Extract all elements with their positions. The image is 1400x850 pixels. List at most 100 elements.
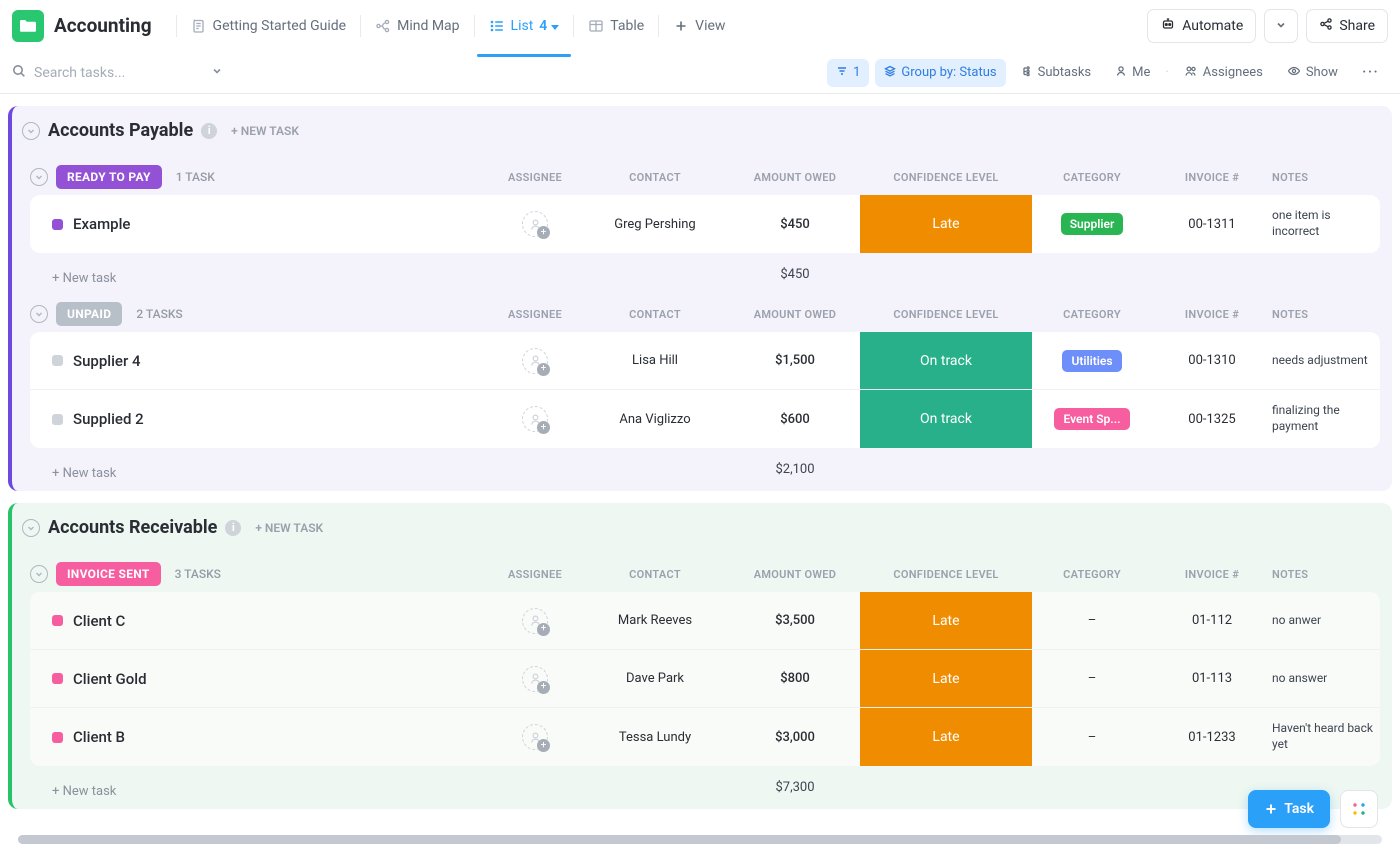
amount-cell: $1,500 [730, 353, 860, 368]
group-total: $450 [730, 267, 860, 282]
confidence-tag[interactable]: On track [860, 332, 1032, 389]
view-label: Table [610, 18, 644, 34]
confidence-tag[interactable]: Late [860, 650, 1032, 707]
share-label: Share [1339, 18, 1375, 34]
add-assignee[interactable]: + [522, 666, 548, 692]
task-row[interactable]: Client B + Tessa Lundy $3,000 Late – 01-… [30, 708, 1380, 766]
new-task-in-group[interactable]: + New task [30, 458, 116, 481]
view-mind-map[interactable]: Mind Map [363, 10, 471, 42]
add-assignee[interactable]: + [522, 211, 548, 237]
me-chip[interactable]: Me [1106, 59, 1159, 87]
new-task-link[interactable]: + NEW TASK [255, 521, 323, 535]
groupby-label: Group by: Status [901, 65, 996, 80]
eye-icon [1287, 65, 1301, 81]
invoice-cell: 01-113 [1152, 671, 1272, 686]
view-label: Mind Map [397, 18, 459, 34]
task-row[interactable]: Example + Greg Pershing $450 Late Suppli… [30, 195, 1380, 253]
person-icon [1115, 65, 1127, 81]
task-row[interactable]: Client C + Mark Reeves $3,500 Late – 01-… [30, 592, 1380, 650]
section-title: Accounts Payable [48, 120, 193, 141]
people-icon [1184, 65, 1198, 81]
notes-cell: finalizing the payment [1272, 403, 1380, 434]
new-task-fab[interactable]: Task [1248, 790, 1330, 828]
automate-caret[interactable] [1264, 9, 1298, 43]
status-square[interactable] [52, 414, 63, 425]
category-tag[interactable]: Supplier [1061, 213, 1124, 235]
status-square[interactable] [52, 355, 63, 366]
collapse-group[interactable] [30, 565, 48, 583]
confidence-tag[interactable]: Late [860, 708, 1032, 766]
table-icon [588, 18, 604, 34]
new-task-in-group[interactable]: + New task [30, 263, 116, 286]
collapse-section[interactable] [22, 122, 40, 140]
filter-chip[interactable]: 1 [827, 59, 869, 87]
notes-cell: no answer [1272, 671, 1380, 687]
add-assignee[interactable]: + [522, 406, 548, 432]
subtasks-chip[interactable]: Subtasks [1012, 59, 1101, 87]
apps-fab[interactable] [1340, 790, 1378, 828]
add-assignee[interactable]: + [522, 348, 548, 374]
more-menu[interactable]: ··· [1353, 59, 1388, 87]
info-icon[interactable]: i [201, 123, 217, 139]
horizontal-scrollbar[interactable] [18, 835, 1382, 844]
view-label: List [511, 18, 534, 34]
groupby-chip[interactable]: Group by: Status [875, 59, 1005, 87]
status-square[interactable] [52, 615, 63, 626]
confidence-tag[interactable]: Late [860, 195, 1032, 253]
search-input[interactable] [34, 65, 204, 81]
status-pill[interactable]: UNPAID [56, 302, 122, 326]
amount-cell: $450 [730, 217, 860, 232]
collapse-section[interactable] [22, 519, 40, 537]
task-name: Client B [73, 728, 125, 746]
task-table: Example + Greg Pershing $450 Late Suppli… [30, 195, 1380, 253]
contact-cell: Mark Reeves [580, 613, 730, 628]
task-table: Client C + Mark Reeves $3,500 Late – 01-… [30, 592, 1380, 766]
show-chip[interactable]: Show [1278, 59, 1347, 87]
task-row[interactable]: Supplied 2 + Ana Viglizzo $600 On track … [30, 390, 1380, 448]
status-square[interactable] [52, 219, 63, 230]
view-list[interactable]: List 4 [477, 10, 572, 42]
list-section: Accounts Receivable i + NEW TASK INVOICE… [8, 503, 1392, 809]
status-pill[interactable]: READY TO PAY [56, 165, 162, 189]
task-name: Client C [73, 612, 125, 630]
chevron-down-icon[interactable] [212, 65, 222, 80]
add-assignee[interactable]: + [522, 608, 548, 634]
confidence-tag[interactable]: Late [860, 592, 1032, 649]
view-getting-started[interactable]: Getting Started Guide [179, 10, 359, 42]
folder-icon[interactable] [12, 10, 44, 42]
group-total: $7,300 [730, 780, 860, 795]
status-square[interactable] [52, 732, 63, 743]
plus-icon [673, 18, 689, 34]
amount-cell: $3,000 [730, 730, 860, 745]
plus-icon [1264, 802, 1278, 816]
collapse-group[interactable] [30, 168, 48, 186]
info-icon[interactable]: i [225, 520, 241, 536]
new-task-in-group[interactable]: + New task [30, 776, 116, 799]
add-view[interactable]: View [661, 10, 737, 42]
show-label: Show [1306, 65, 1338, 80]
automate-button[interactable]: Automate [1147, 9, 1256, 43]
task-row[interactable]: Supplier 4 + Lisa Hill $1,500 On track U… [30, 332, 1380, 390]
list-icon [489, 18, 505, 34]
status-pill[interactable]: INVOICE SENT [56, 562, 161, 586]
assignees-label: Assignees [1203, 65, 1263, 80]
group-total: $2,100 [730, 462, 860, 477]
add-assignee[interactable]: + [522, 724, 548, 750]
collapse-group[interactable] [30, 305, 48, 323]
assignees-chip[interactable]: Assignees [1175, 59, 1272, 87]
view-table[interactable]: Table [576, 10, 656, 42]
category-tag[interactable]: Event Sp... [1054, 408, 1129, 430]
notes-cell: no anwer [1272, 613, 1380, 629]
task-name: Client Gold [73, 670, 147, 688]
category-empty: – [1088, 613, 1097, 628]
new-task-link[interactable]: + NEW TASK [231, 124, 299, 138]
task-name: Supplier 4 [73, 352, 141, 370]
section-title: Accounts Receivable [48, 517, 217, 538]
task-row[interactable]: Client Gold + Dave Park $800 Late – 01-1… [30, 650, 1380, 708]
status-square[interactable] [52, 673, 63, 684]
filter-icon [836, 65, 848, 81]
category-tag[interactable]: Utilities [1062, 350, 1121, 372]
share-button[interactable]: Share [1306, 9, 1388, 43]
layers-icon [884, 65, 896, 81]
confidence-tag[interactable]: On track [860, 390, 1032, 448]
